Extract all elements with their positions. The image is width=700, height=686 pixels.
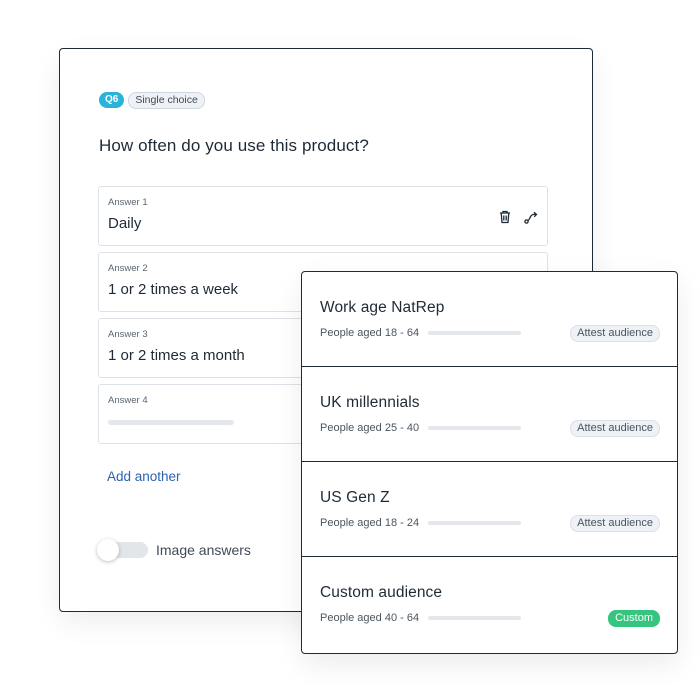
audience-row[interactable]: US Gen Z People aged 18 - 24 Attest audi… xyxy=(302,462,677,557)
audience-bar xyxy=(428,426,521,430)
audience-badge: Attest audience xyxy=(570,420,660,437)
answer-placeholder-bar xyxy=(108,420,234,425)
audience-badge: Attest audience xyxy=(570,515,660,532)
audience-badge-custom: Custom xyxy=(608,610,660,627)
audience-subtitle: People aged 25 - 40 xyxy=(320,422,420,434)
audience-name: Custom audience xyxy=(320,584,443,601)
audience-subtitle: People aged 18 - 24 xyxy=(320,517,420,529)
question-tags: Q6 Single choice xyxy=(99,92,205,109)
answer-label: Answer 3 xyxy=(108,329,148,340)
audience-row[interactable]: UK millennials People aged 25 - 40 Attes… xyxy=(302,367,677,462)
audience-subtitle: People aged 40 - 64 xyxy=(320,612,420,624)
add-another-link[interactable]: Add another xyxy=(107,469,181,484)
route-icon[interactable] xyxy=(523,209,539,225)
audience-row[interactable]: Work age NatRep People aged 18 - 64 Atte… xyxy=(302,272,677,367)
answer-actions xyxy=(497,209,539,225)
question-type-tag[interactable]: Single choice xyxy=(128,92,205,109)
answer-label: Answer 1 xyxy=(108,197,148,208)
audience-row[interactable]: Custom audience People aged 40 - 64 Cust… xyxy=(302,557,677,652)
audience-name: US Gen Z xyxy=(320,489,390,506)
trash-icon[interactable] xyxy=(497,209,513,225)
answer-field-1[interactable]: Answer 1 Daily xyxy=(98,186,548,246)
audience-bar xyxy=(428,521,521,525)
question-title[interactable]: How often do you use this product? xyxy=(99,136,369,156)
image-answers-label: Image answers xyxy=(156,542,251,558)
audience-panel: Work age NatRep People aged 18 - 64 Atte… xyxy=(301,271,678,654)
image-answers-toggle-row: Image answers xyxy=(97,539,251,561)
toggle-knob[interactable] xyxy=(97,539,119,561)
audience-bar xyxy=(428,616,521,620)
answer-value[interactable]: 1 or 2 times a week xyxy=(108,281,238,298)
answer-label: Answer 2 xyxy=(108,263,148,274)
audience-name: Work age NatRep xyxy=(320,299,445,316)
audience-badge: Attest audience xyxy=(570,325,660,342)
question-number-tag: Q6 xyxy=(99,92,125,108)
audience-subtitle: People aged 18 - 64 xyxy=(320,327,420,339)
answer-value[interactable]: Daily xyxy=(108,215,141,232)
audience-name: UK millennials xyxy=(320,394,420,411)
answer-label: Answer 4 xyxy=(108,395,148,406)
image-answers-toggle[interactable] xyxy=(97,539,148,561)
answer-value[interactable]: 1 or 2 times a month xyxy=(108,347,245,364)
audience-bar xyxy=(428,331,521,335)
